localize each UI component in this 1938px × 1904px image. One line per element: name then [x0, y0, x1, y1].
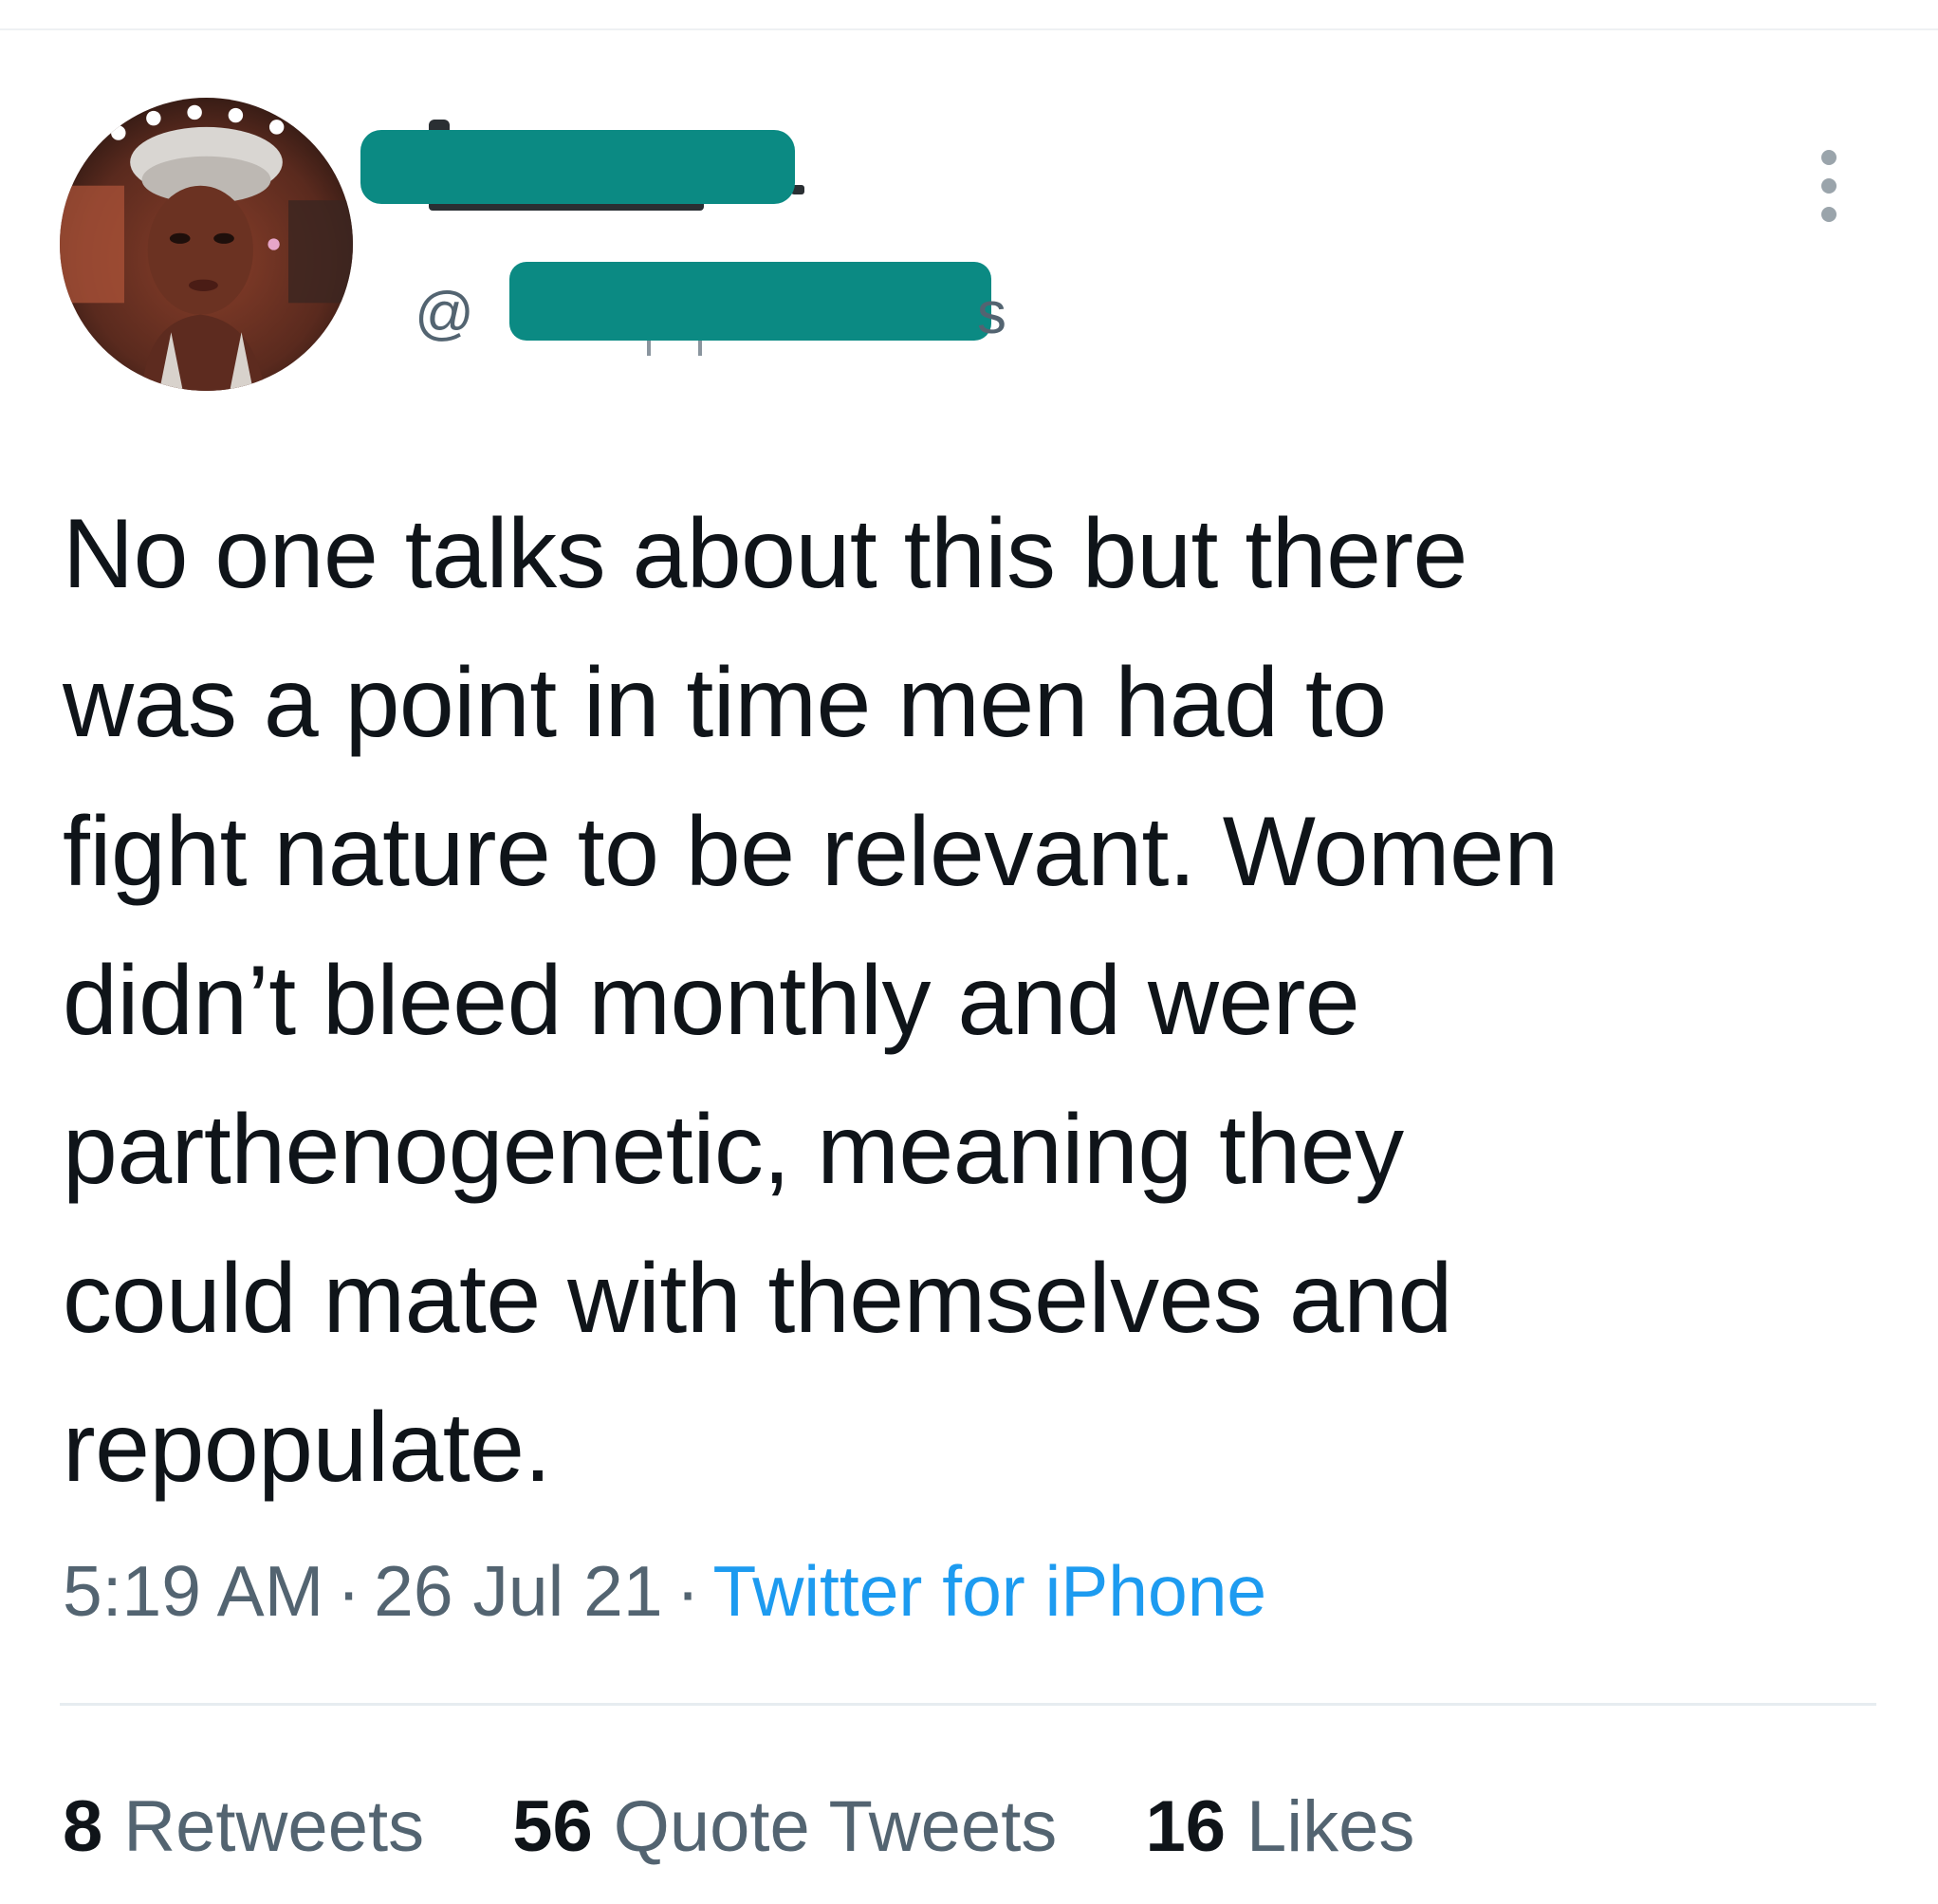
- retweets-count: 8: [63, 1786, 103, 1867]
- likes-stat[interactable]: 16 Likes: [1145, 1784, 1414, 1870]
- tweet-source-link[interactable]: Twitter for iPhone: [713, 1551, 1267, 1631]
- tweet-text-line: was a point in time men had to: [63, 648, 1387, 758]
- handle-suffix: s: [977, 281, 1006, 346]
- likes-label: Likes: [1246, 1786, 1415, 1867]
- tweet-text-line: repopulate.: [63, 1393, 551, 1503]
- more-vertical-icon[interactable]: [1810, 150, 1848, 222]
- tweet-metadata: 5:19 AM · 26 Jul 21 · Twitter for iPhone: [63, 1548, 1266, 1634]
- tweet-text-line: fight nature to be relevant. Women: [63, 797, 1559, 907]
- tweet-text-line: didn’t bleed monthly and were: [63, 946, 1360, 1056]
- tweet-stats: 8 Retweets 56 Quote Tweets 16 Likes: [63, 1784, 1483, 1870]
- avatar[interactable]: [60, 98, 353, 391]
- handle-prefix: @: [415, 281, 474, 346]
- avatar-photo: [60, 98, 353, 391]
- meta-separator: ·: [675, 1551, 700, 1631]
- tweet-text-line: could mate with themselves and: [63, 1244, 1452, 1354]
- likes-count: 16: [1145, 1786, 1226, 1867]
- top-divider: [0, 28, 1938, 30]
- stats-divider: [60, 1703, 1876, 1706]
- tweet-text-line: parthenogenetic, meaning they: [63, 1095, 1404, 1205]
- quote-tweets-stat[interactable]: 56 Quote Tweets: [512, 1784, 1057, 1870]
- retweets-label: Retweets: [123, 1786, 425, 1867]
- tweet-date[interactable]: 26 Jul 21: [374, 1551, 662, 1631]
- display-name-redaction[interactable]: [360, 130, 795, 204]
- retweets-stat[interactable]: 8 Retweets: [63, 1784, 424, 1870]
- tweet-time[interactable]: 5:19 AM: [63, 1551, 323, 1631]
- quote-tweets-count: 56: [512, 1786, 593, 1867]
- handle-fragment: [647, 341, 704, 356]
- meta-separator: ·: [337, 1551, 361, 1631]
- tweet-text: No one talks about this but there was a …: [63, 480, 1912, 1523]
- quote-tweets-label: Quote Tweets: [613, 1786, 1058, 1867]
- tweet-text-line: No one talks about this but there: [63, 499, 1467, 609]
- handle-redaction[interactable]: [509, 262, 991, 341]
